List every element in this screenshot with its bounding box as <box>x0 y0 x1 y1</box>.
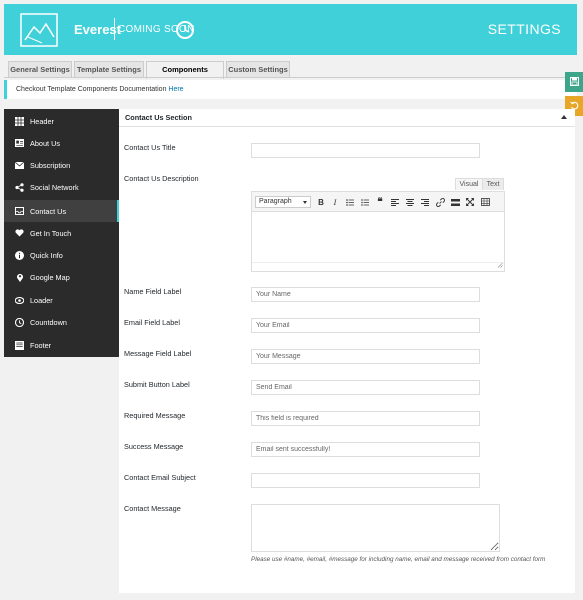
contact-message-label: Contact Message <box>124 504 181 513</box>
contact-message-textarea[interactable] <box>251 504 500 552</box>
bold-icon[interactable]: B <box>315 196 327 208</box>
brand-divider <box>114 18 115 40</box>
sidebar-item-footer[interactable]: Footer <box>4 334 119 356</box>
tab-custom-settings[interactable]: Custom Settings <box>226 61 290 78</box>
success-message-label: Success Message <box>124 442 184 451</box>
sidebar-item-quick-info[interactable]: Quick Info <box>4 244 119 266</box>
format-select-value: Paragraph <box>259 198 292 205</box>
contact-us-panel: Contact Us Section Contact Us Title Cont… <box>119 109 575 593</box>
sidebar-item-subscription[interactable]: Subscription <box>4 154 119 176</box>
sidebar-item-label: Loader <box>30 295 53 305</box>
link-icon[interactable] <box>434 196 446 208</box>
section-title: Contact Us Section <box>125 113 192 122</box>
footer-icon <box>15 340 24 350</box>
tabs-divider <box>4 77 577 78</box>
sidebar-item-label: About Us <box>30 138 61 148</box>
submit-button-input[interactable] <box>251 380 480 395</box>
sidebar-item-google-map[interactable]: Google Map <box>4 266 119 288</box>
format-select[interactable]: Paragraph <box>255 196 311 208</box>
documentation-link[interactable]: Here <box>168 86 183 93</box>
collapse-caret-icon[interactable] <box>561 115 567 119</box>
sidebar-item-label: Header <box>30 116 54 126</box>
clock-icon <box>15 317 24 327</box>
chevron-down-icon <box>303 201 307 204</box>
editor-tab-text[interactable]: Text <box>482 178 504 190</box>
sidebar-item-label: Footer <box>30 340 52 350</box>
align-left-icon[interactable] <box>389 196 401 208</box>
grid-icon <box>15 116 24 126</box>
editor-tab-visual[interactable]: Visual <box>455 178 483 190</box>
sidebar-item-contact-us[interactable]: Contact Us <box>4 200 119 222</box>
bullet-list-icon[interactable] <box>344 196 356 208</box>
toolbar-toggle-icon[interactable] <box>479 196 491 208</box>
components-sidebar: Header About Us Subscription Social Netw… <box>4 109 119 357</box>
numbered-list-icon[interactable] <box>359 196 371 208</box>
sidebar-item-social-network[interactable]: Social Network <box>4 176 119 198</box>
tab-template-settings[interactable]: Template Settings <box>74 61 144 78</box>
sidebar-item-header[interactable]: Header <box>4 110 119 132</box>
sidebar-item-label: Contact Us <box>30 206 67 216</box>
message-field-label: Message Field Label <box>124 349 192 358</box>
contact-title-label: Contact Us Title <box>124 143 176 152</box>
sidebar-item-countdown[interactable]: Countdown <box>4 311 119 333</box>
sidebar-item-get-in-touch[interactable]: Get In Touch <box>4 222 119 244</box>
read-more-icon[interactable] <box>449 196 461 208</box>
sidebar-item-label: Countdown <box>30 317 67 327</box>
align-right-icon[interactable] <box>419 196 431 208</box>
contact-message-hint: Please use #name, #email, #message for i… <box>251 556 546 563</box>
notice-text: Checkout Template Components Documentati… <box>16 86 169 93</box>
editor-toolbar: Paragraph B I ❝ <box>252 192 504 212</box>
clock-logo-icon <box>174 19 196 43</box>
name-field-input[interactable] <box>251 287 480 302</box>
heart-icon <box>15 229 24 238</box>
description-editor: Paragraph B I ❝ <box>251 191 505 272</box>
save-icon <box>569 76 579 88</box>
section-header[interactable]: Contact Us Section <box>119 109 575 127</box>
fullscreen-icon[interactable] <box>464 196 476 208</box>
inbox-icon <box>15 207 24 216</box>
sidebar-item-label: Social Network <box>30 182 79 192</box>
share-icon <box>15 182 24 192</box>
email-subject-label: Contact Email Subject <box>124 473 196 482</box>
message-field-input[interactable] <box>251 349 480 364</box>
email-field-input[interactable] <box>251 318 480 333</box>
map-pin-icon <box>15 273 24 282</box>
resize-grip-icon[interactable] <box>497 261 503 270</box>
envelope-icon <box>15 161 24 170</box>
eye-icon <box>15 296 24 305</box>
brand-logo-icon <box>20 13 58 47</box>
required-message-input[interactable] <box>251 411 480 426</box>
sidebar-item-about-us[interactable]: About Us <box>4 132 119 154</box>
submit-button-label: Submit Button Label <box>124 380 190 389</box>
sidebar-item-label: Google Map <box>30 272 70 282</box>
italic-icon[interactable]: I <box>329 196 341 208</box>
page-title: SETTINGS <box>487 21 561 37</box>
align-center-icon[interactable] <box>404 196 416 208</box>
email-field-label: Email Field Label <box>124 318 180 327</box>
save-button[interactable] <box>565 72 583 92</box>
name-field-label: Name Field Label <box>124 287 182 296</box>
required-message-label: Required Message <box>124 411 186 420</box>
sidebar-item-loader[interactable]: Loader <box>4 289 119 311</box>
info-icon <box>15 250 24 260</box>
editor-statusbar <box>252 262 504 271</box>
sidebar-item-label: Get In Touch <box>30 228 72 238</box>
contact-title-input[interactable] <box>251 143 480 158</box>
tab-general-settings[interactable]: General Settings <box>8 61 72 78</box>
app-header: Everest COMING SOON SETTINGS <box>4 4 577 55</box>
email-subject-input[interactable] <box>251 473 480 488</box>
sidebar-item-label: Quick Info <box>30 250 63 260</box>
success-message-input[interactable] <box>251 442 480 457</box>
contact-description-label: Contact Us Description <box>124 174 199 183</box>
blockquote-icon[interactable]: ❝ <box>374 196 386 208</box>
sidebar-item-label: Subscription <box>30 160 71 170</box>
id-card-icon <box>15 139 24 148</box>
documentation-notice: Checkout Template Components Documentati… <box>4 80 577 99</box>
